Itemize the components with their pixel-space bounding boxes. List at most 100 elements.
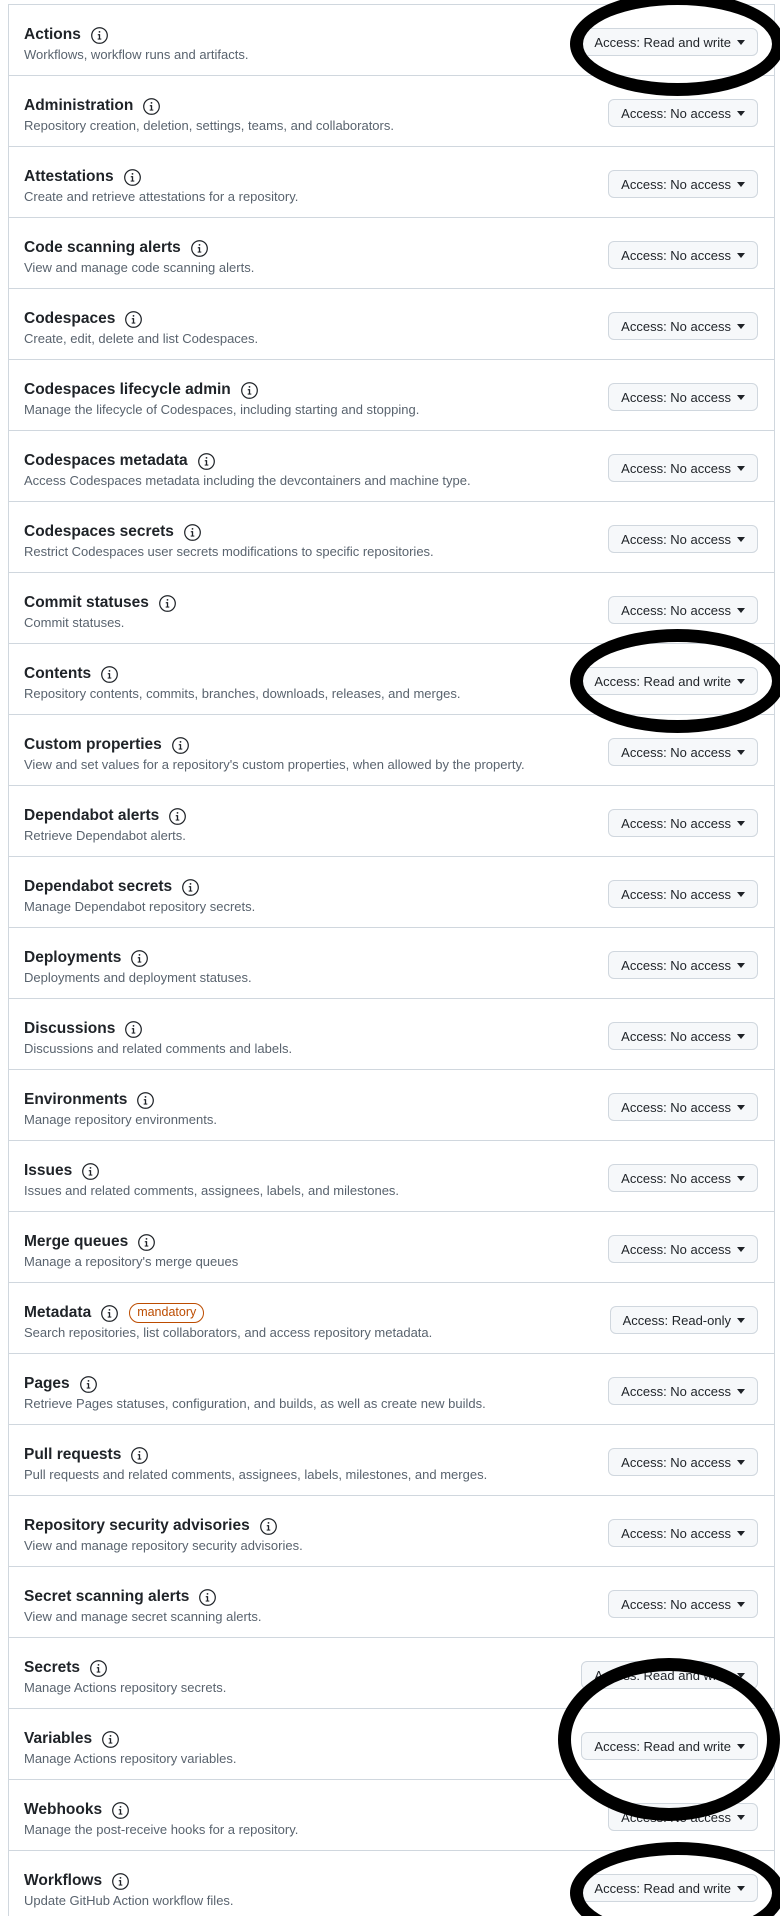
info-icon[interactable] — [101, 1730, 120, 1749]
info-icon[interactable] — [124, 310, 143, 329]
permission-row: Dependabot alerts Retrieve Dependabot ale… — [9, 786, 774, 857]
access-level-dropdown[interactable]: Access: Read and write — [581, 28, 758, 56]
permission-description: View and manage repository security advi… — [24, 1538, 303, 1553]
permission-row: Codespaces lifecycle admin Manage the lif… — [9, 360, 774, 431]
access-level-dropdown[interactable]: Access: No access — [608, 1235, 758, 1263]
info-icon[interactable] — [81, 1162, 100, 1181]
permission-description: Create and retrieve attestations for a r… — [24, 189, 299, 204]
info-icon[interactable] — [171, 736, 190, 755]
access-level-label: Access: No access — [621, 1170, 731, 1186]
access-level-dropdown[interactable]: Access: No access — [608, 1377, 758, 1405]
info-icon[interactable] — [100, 665, 119, 684]
access-level-label: Access: Read and write — [594, 34, 731, 50]
permission-title-line: Pages — [24, 1373, 98, 1395]
permission-description: Search repositories, list collaborators,… — [24, 1325, 433, 1340]
permission-description: Retrieve Pages statuses, configuration, … — [24, 1396, 486, 1411]
info-icon[interactable] — [183, 523, 202, 542]
access-level-dropdown[interactable]: Access: No access — [608, 99, 758, 127]
caret-down-icon — [737, 110, 745, 116]
caret-down-icon — [737, 1743, 745, 1749]
caret-down-icon — [737, 1317, 745, 1323]
info-icon[interactable] — [190, 239, 209, 258]
permission-row: Metadata mandatory Search repositories, li… — [9, 1283, 774, 1354]
access-level-dropdown[interactable]: Access: Read and write — [581, 1661, 758, 1689]
permission-title-line: Dependabot alerts — [24, 805, 187, 827]
info-icon[interactable] — [198, 1588, 217, 1607]
info-icon[interactable] — [142, 97, 161, 116]
permission-row: Secrets Manage Actions repository secrets… — [9, 1638, 774, 1709]
access-level-dropdown[interactable]: Access: Read and write — [581, 1874, 758, 1902]
access-level-dropdown[interactable]: Access: No access — [608, 1093, 758, 1121]
permission-description: Retrieve Dependabot alerts. — [24, 828, 186, 843]
permission-title-line: Attestations — [24, 166, 142, 188]
info-icon[interactable] — [89, 1659, 108, 1678]
info-icon[interactable] — [168, 807, 187, 826]
access-level-label: Access: Read and write — [594, 1738, 731, 1754]
access-level-dropdown[interactable]: Access: Read-only — [609, 1306, 758, 1334]
access-level-dropdown[interactable]: Access: No access — [608, 1519, 758, 1547]
info-icon[interactable] — [137, 1233, 156, 1252]
info-icon[interactable] — [100, 1304, 119, 1323]
access-level-dropdown[interactable]: Access: No access — [608, 880, 758, 908]
access-level-dropdown[interactable]: Access: Read and write — [581, 1732, 758, 1760]
caret-down-icon — [737, 1885, 745, 1891]
info-icon[interactable] — [123, 168, 142, 187]
permission-row: Environments Manage repository environmen… — [9, 1070, 774, 1141]
permission-name: Discussions — [24, 1020, 116, 1037]
permission-title-line: Code scanning alerts — [24, 237, 209, 259]
info-icon[interactable] — [181, 878, 200, 897]
info-icon[interactable] — [136, 1091, 155, 1110]
caret-down-icon — [737, 1601, 745, 1607]
access-level-dropdown[interactable]: Access: Read and write — [581, 667, 758, 695]
access-level-dropdown[interactable]: Access: No access — [608, 809, 758, 837]
access-level-label: Access: Read and write — [594, 1667, 731, 1683]
permission-row: Variables Manage Actions repository varia… — [9, 1709, 774, 1780]
access-level-dropdown[interactable]: Access: No access — [608, 525, 758, 553]
info-icon[interactable] — [111, 1801, 130, 1820]
permission-title-line: Actions — [24, 24, 109, 46]
info-icon[interactable] — [124, 1020, 143, 1039]
permission-row: Deployments Deployments and deployment st… — [9, 928, 774, 999]
access-level-dropdown[interactable]: Access: No access — [608, 312, 758, 340]
access-level-dropdown[interactable]: Access: No access — [608, 1164, 758, 1192]
permission-title-line: Discussions — [24, 1018, 143, 1040]
access-level-label: Access: No access — [621, 1028, 731, 1044]
info-icon[interactable] — [111, 1872, 130, 1891]
access-level-dropdown[interactable]: Access: No access — [608, 1022, 758, 1050]
info-icon[interactable] — [79, 1375, 98, 1394]
permission-title-line: Commit statuses — [24, 592, 177, 614]
access-level-dropdown[interactable]: Access: No access — [608, 241, 758, 269]
info-icon[interactable] — [240, 381, 259, 400]
access-level-dropdown[interactable]: Access: No access — [608, 596, 758, 624]
access-level-label: Access: No access — [621, 176, 731, 192]
access-level-dropdown[interactable]: Access: No access — [608, 1803, 758, 1831]
access-level-dropdown[interactable]: Access: No access — [608, 170, 758, 198]
permission-row: Codespaces Create, edit, delete and list … — [9, 289, 774, 360]
access-level-dropdown[interactable]: Access: No access — [608, 951, 758, 979]
permission-title-line: Repository security advisories — [24, 1515, 278, 1537]
permission-title-line: Issues — [24, 1160, 100, 1182]
access-level-dropdown[interactable]: Access: No access — [608, 1590, 758, 1618]
permission-name: Secret scanning alerts — [24, 1588, 190, 1605]
caret-down-icon — [737, 39, 745, 45]
info-icon[interactable] — [130, 949, 149, 968]
permission-description: Pull requests and related comments, assi… — [24, 1467, 488, 1482]
info-icon[interactable] — [197, 452, 216, 471]
access-level-dropdown[interactable]: Access: No access — [608, 738, 758, 766]
permission-title-line: Deployments — [24, 947, 149, 969]
access-level-dropdown[interactable]: Access: No access — [608, 1448, 758, 1476]
permission-row: Attestations Create and retrieve attestat… — [9, 147, 774, 218]
access-level-dropdown[interactable]: Access: No access — [608, 383, 758, 411]
permission-title-line: Codespaces — [24, 308, 143, 330]
permission-row: Issues Issues and related comments, assig… — [9, 1141, 774, 1212]
permission-name: Merge queues — [24, 1233, 129, 1250]
info-icon[interactable] — [90, 26, 109, 45]
info-icon[interactable] — [130, 1446, 149, 1465]
access-level-dropdown[interactable]: Access: No access — [608, 454, 758, 482]
permission-row: Custom properties View and set values for… — [9, 715, 774, 786]
info-icon[interactable] — [158, 594, 177, 613]
access-level-label: Access: Read and write — [594, 673, 731, 689]
access-level-label: Access: No access — [621, 1525, 731, 1541]
mandatory-badge: mandatory — [129, 1303, 205, 1323]
info-icon[interactable] — [259, 1517, 278, 1536]
